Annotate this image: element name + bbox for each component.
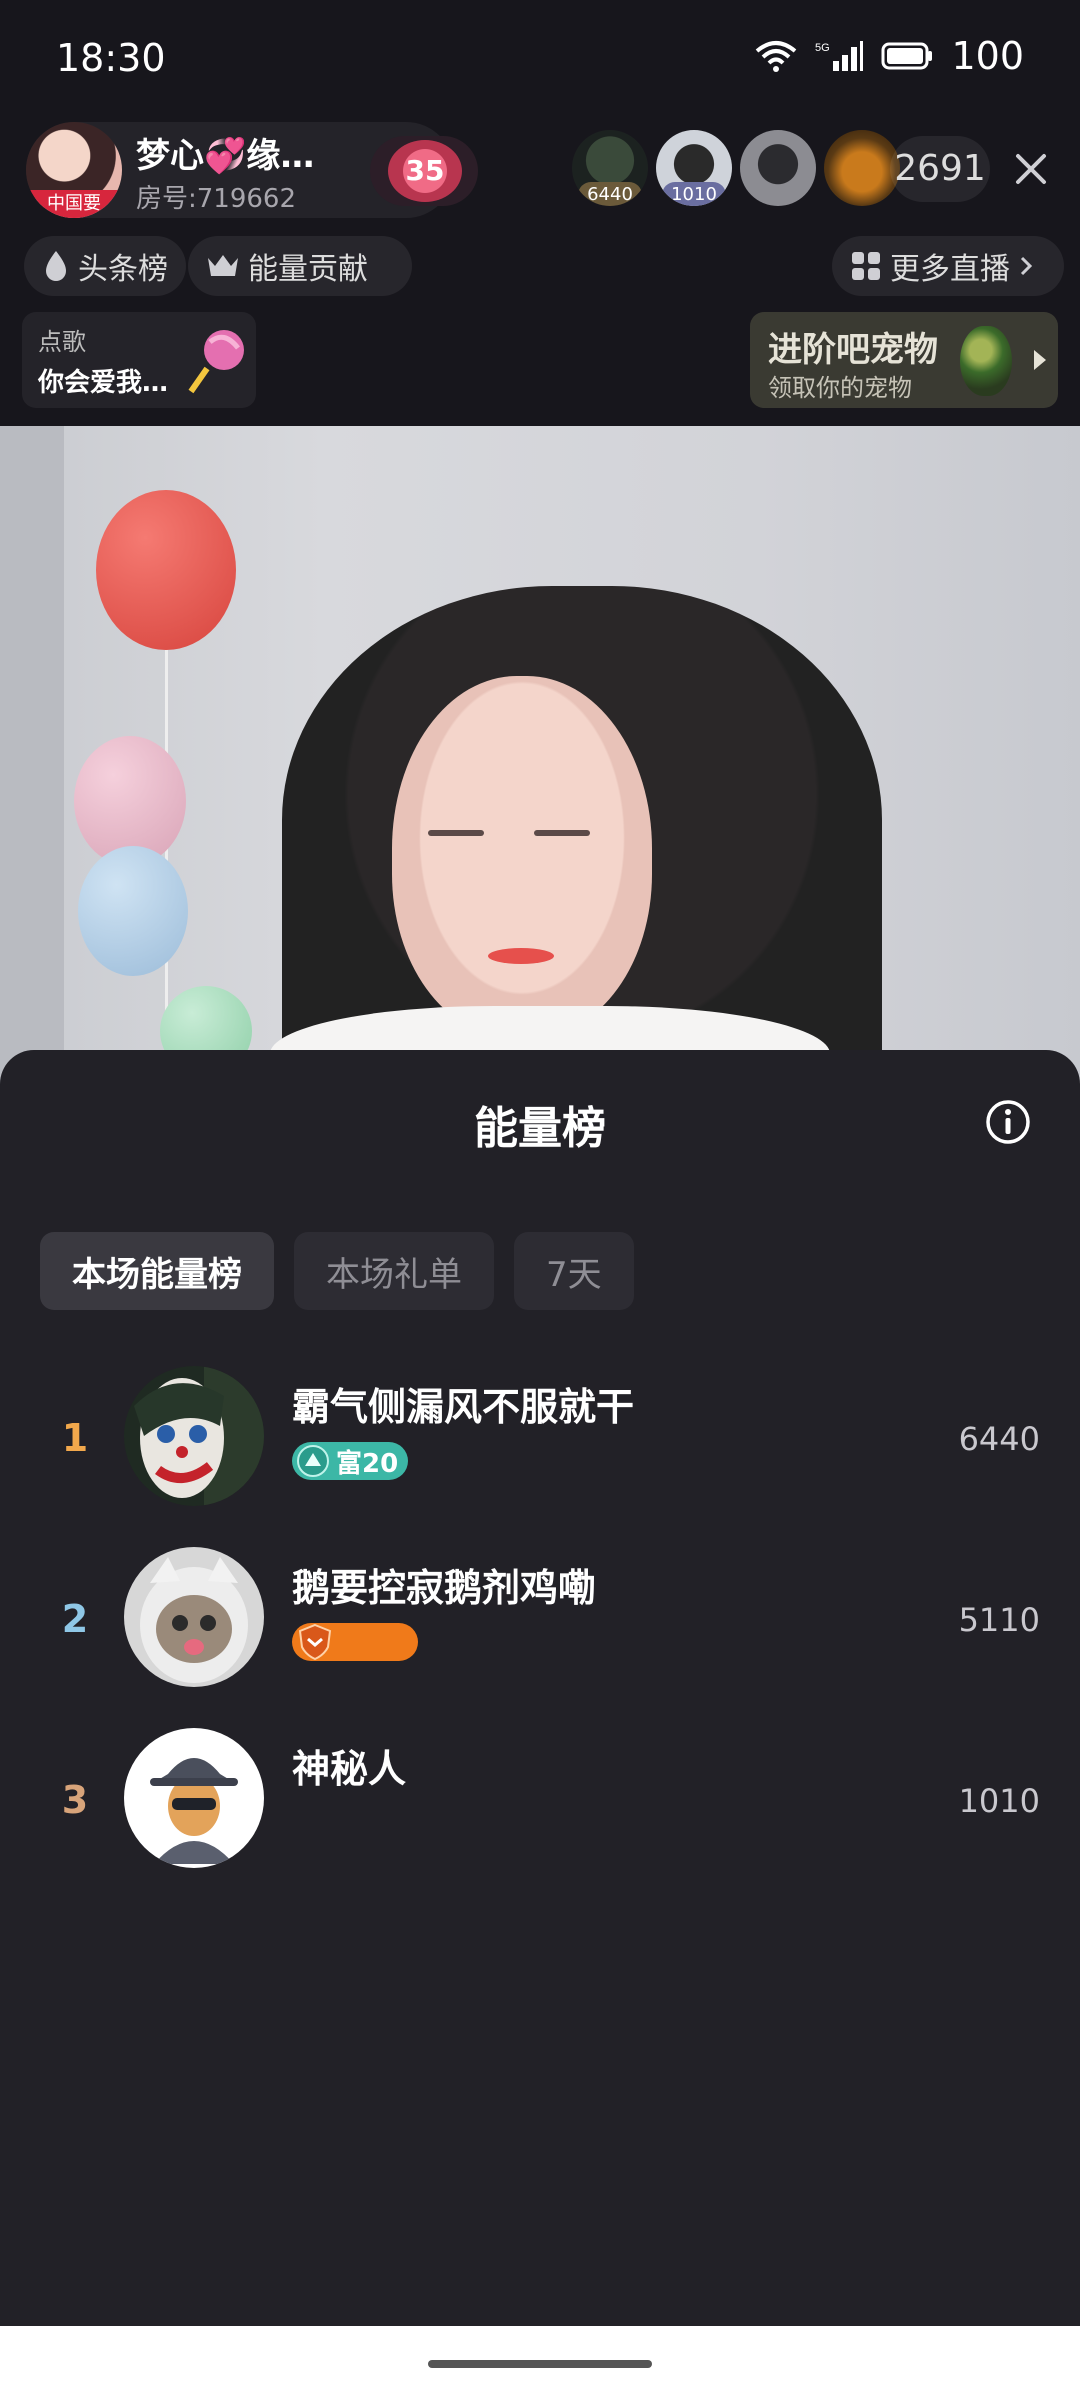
wealth-level-label: 富20 xyxy=(336,1448,399,1479)
viewer-avatar[interactable] xyxy=(740,130,816,206)
status-icons: 5G 100 xyxy=(755,34,1024,78)
tab-7-days[interactable]: 7天 xyxy=(514,1232,634,1310)
rank-number: 1 xyxy=(61,1416,89,1460)
viewer-count[interactable]: 2691 xyxy=(890,136,990,202)
user-avatar[interactable] xyxy=(124,1547,264,1687)
balloon-red xyxy=(96,490,236,650)
energy-contribution-button[interactable]: 能量贡献 xyxy=(188,236,412,296)
rank-list: 1 霸气侧漏风不服就干 富20 6440 2 鹅要控寂鹅剂鸡嘞 5110 3 神… xyxy=(0,1366,1080,1909)
viewer-avatar[interactable]: 6440 xyxy=(572,130,648,206)
viewer-avatar[interactable] xyxy=(824,130,900,206)
wifi-icon xyxy=(756,41,797,72)
system-navigation-bar xyxy=(0,2326,1080,2400)
signal-icon: 5G xyxy=(815,41,864,71)
pet-egg-icon xyxy=(960,326,1012,396)
wealth-level-icon xyxy=(297,1445,329,1477)
top-viewers: 6440 1010 xyxy=(572,130,900,206)
host-level-button[interactable]: 35 xyxy=(370,136,478,206)
headline-rank-button[interactable]: 头条榜 xyxy=(24,236,186,296)
rank-row[interactable]: 3 神秘人 1010 xyxy=(0,1728,1080,1909)
shield-icon xyxy=(298,1623,332,1661)
status-time: 18:30 xyxy=(56,36,166,80)
mystery-user-avatar-image xyxy=(124,1728,264,1868)
user-name: 鹅要控寂鹅剂鸡嘞 xyxy=(292,1566,597,1610)
flame-icon xyxy=(46,251,66,281)
joker-avatar-image xyxy=(124,1366,264,1506)
status-bar: 18:30 5G 100 xyxy=(0,0,1080,126)
user-avatar[interactable] xyxy=(124,1728,264,1868)
viewer-avatar[interactable]: 1010 xyxy=(656,130,732,206)
pet-promo-title: 进阶吧宠物 xyxy=(768,330,938,370)
energy-contribution-label: 能量贡献 xyxy=(248,252,368,287)
home-indicator[interactable] xyxy=(428,2360,652,2368)
viewer-score-badge: 1010 xyxy=(662,182,726,206)
host-avatar-tag: 中国要 xyxy=(26,190,122,218)
energy-score: 6440 xyxy=(958,1420,1040,1458)
balloon-blue xyxy=(78,846,188,976)
pet-promo-subtitle: 领取你的宠物 xyxy=(768,374,912,402)
play-arrow-icon xyxy=(1034,350,1046,370)
song-request-label: 点歌 xyxy=(38,328,86,356)
background-door xyxy=(0,426,64,1086)
more-live-label: 更多直播 xyxy=(890,252,1010,287)
streamer-eye xyxy=(428,830,484,836)
tab-session-energy[interactable]: 本场能量榜 xyxy=(40,1232,274,1310)
network-label: 5G xyxy=(815,42,830,54)
host-room-number: 房号:719662 xyxy=(136,184,297,214)
pet-promo-card[interactable]: 进阶吧宠物 领取你的宠物 xyxy=(750,312,1058,408)
info-icon[interactable] xyxy=(984,1098,1032,1146)
host-name: 梦心💞缘… xyxy=(136,136,315,176)
guard-level-badge xyxy=(292,1623,418,1661)
energy-score: 1010 xyxy=(958,1782,1040,1820)
cat-avatar-image xyxy=(124,1547,264,1687)
song-title: 你会爱我… xyxy=(38,368,169,398)
live-video[interactable] xyxy=(0,426,1080,1086)
energy-score: 5110 xyxy=(958,1601,1040,1639)
song-request-card[interactable]: 点歌 你会爱我… xyxy=(22,312,256,408)
battery-level: 100 xyxy=(951,34,1024,78)
host-info[interactable]: 中国要 梦心💞缘… 房号:719662 35 xyxy=(26,122,478,218)
wealth-level-badge: 富20 xyxy=(292,1442,409,1480)
energy-rank-sheet: 能量榜 本场能量榜 本场礼单 7天 1 霸气侧漏风不服就干 富20 6440 2… xyxy=(0,1050,1080,2326)
headline-rank-label: 头条榜 xyxy=(78,252,168,287)
sheet-title: 能量榜 xyxy=(474,1103,606,1154)
streamer-face xyxy=(392,676,652,1036)
host-avatar[interactable]: 中国要 xyxy=(26,122,122,218)
tab-session-gifts[interactable]: 本场礼单 xyxy=(294,1232,494,1310)
rank-row[interactable]: 1 霸气侧漏风不服就干 富20 6440 xyxy=(0,1366,1080,1547)
rank-number: 2 xyxy=(61,1597,89,1641)
host-level-badge: 35 xyxy=(388,140,462,202)
live-header: 18:30 5G 100 中国要 梦心💞缘… 房号:719662 35 6440… xyxy=(0,0,1080,426)
user-name: 霸气侧漏风不服就干 xyxy=(292,1385,635,1429)
user-name: 神秘人 xyxy=(292,1747,407,1791)
streamer-eye xyxy=(534,830,590,836)
viewer-score-badge: 6440 xyxy=(578,182,642,206)
rank-tabs: 本场能量榜 本场礼单 7天 xyxy=(40,1232,634,1310)
user-avatar[interactable] xyxy=(124,1366,264,1506)
grid-icon xyxy=(852,252,880,280)
more-live-button[interactable]: 更多直播 xyxy=(832,236,1064,296)
rank-row[interactable]: 2 鹅要控寂鹅剂鸡嘞 5110 xyxy=(0,1547,1080,1728)
streamer-lips xyxy=(488,948,554,964)
close-icon[interactable] xyxy=(1006,144,1056,194)
rank-number: 3 xyxy=(61,1778,89,1822)
screen: 18:30 5G 100 中国要 梦心💞缘… 房号:719662 35 6440… xyxy=(0,0,1080,2400)
battery-icon xyxy=(881,42,933,70)
lollipop-icon xyxy=(188,330,244,394)
crown-icon xyxy=(208,255,238,276)
chevron-right-icon xyxy=(1020,256,1033,276)
